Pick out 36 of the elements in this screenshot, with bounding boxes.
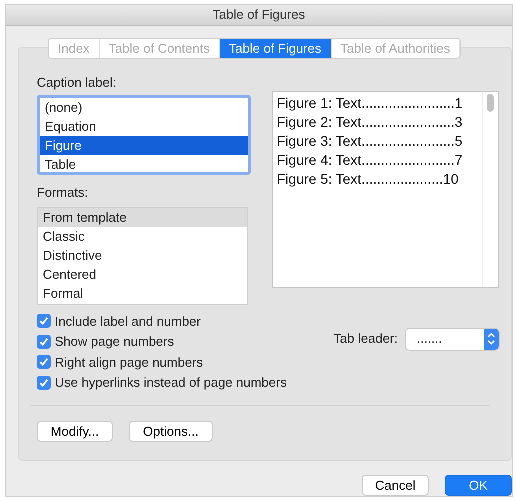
formats-list[interactable]: From template Classic Distinctive Centered Formal — [37, 207, 248, 305]
checkbox[interactable] — [37, 376, 51, 390]
preview-entry: Figure 1: Text........................1 — [277, 94, 464, 113]
list-item[interactable]: Equation — [40, 116, 248, 136]
cancel-button[interactable]: Cancel — [362, 475, 429, 496]
preview-entry: Figure 5: Text.....................10 — [277, 170, 460, 189]
checkbox-label: Use hyperlinks instead of page numbers — [55, 374, 287, 392]
checkbox-label: Show page numbers — [55, 333, 174, 351]
checkbox[interactable] — [37, 334, 51, 349]
preview-entry: Figure 4: Text........................7 — [277, 151, 464, 170]
list-item[interactable]: Figure — [40, 136, 248, 154]
list-item[interactable]: Distinctive — [38, 246, 247, 265]
ok-button[interactable]: OK — [445, 475, 512, 496]
stepper-icon — [484, 328, 499, 350]
checkbox-label: Include label and number — [55, 312, 201, 330]
checkbox[interactable] — [37, 314, 51, 328]
formats-label: Formats: — [37, 184, 90, 202]
list-item[interactable]: Centered — [38, 265, 247, 284]
list-item[interactable]: Classic — [38, 227, 247, 246]
preview-entry: Figure 2: Text........................3 — [277, 113, 464, 132]
caption-list[interactable]: (none) Equation Figure Table — [37, 94, 251, 174]
list-item[interactable]: (none) — [40, 98, 248, 116]
modify-button[interactable]: Modify... — [37, 421, 113, 442]
preview-entry: Figure 3: Text........................5 — [277, 132, 464, 151]
tab-leader-select[interactable]: ....... — [406, 328, 499, 350]
checkbox-label: Right align page numbers — [55, 354, 204, 372]
caption-label: Caption label: — [37, 74, 118, 92]
checkbox[interactable] — [37, 355, 51, 370]
scroll-thumb[interactable] — [487, 94, 494, 112]
tab[interactable]: Table of Figures — [220, 39, 332, 58]
list-item[interactable]: Formal — [38, 284, 247, 303]
list-item[interactable]: From template — [38, 208, 247, 227]
options-button[interactable]: Options... — [129, 421, 213, 442]
list-item[interactable]: Table — [40, 154, 248, 172]
tab-leader-label: Tab leader: — [334, 330, 398, 348]
window-title: Table of Figures — [212, 6, 306, 24]
